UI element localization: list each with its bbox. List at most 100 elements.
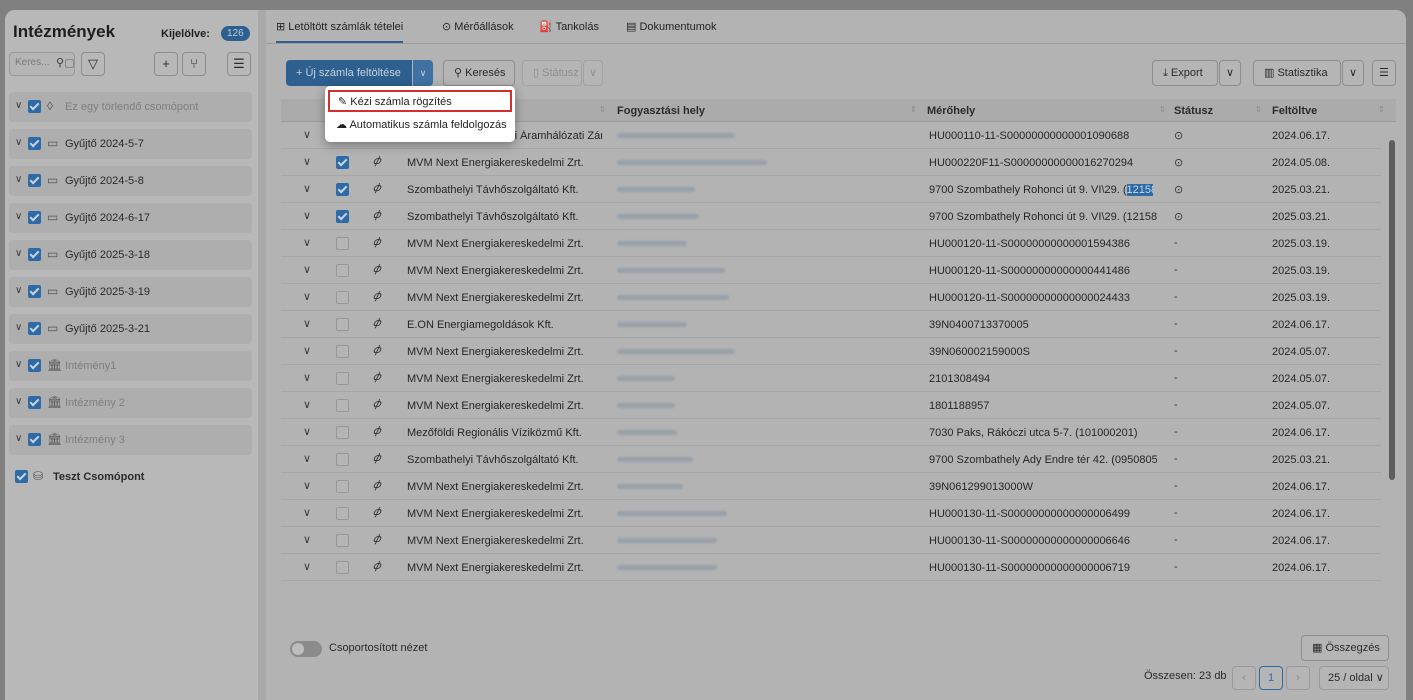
table-row[interactable]: ∨ 𝜙 MVM Next Energiakereskedelmi Zrt. 39N06… [281, 473, 1381, 500]
table-row[interactable]: ∨ 𝜙 MVM Next Energiakereskedelmi Zrt. 18011… [281, 392, 1381, 419]
prev-page-button[interactable]: ‹ [1232, 666, 1256, 690]
tab-downloaded-invoices[interactable]: ⊞ Letöltött számlák tételei [276, 20, 404, 43]
table-row[interactable]: ∨ 𝜙 MVM Next Energiakereskedelmi Zrt. HU000… [281, 554, 1381, 581]
chevron-down-icon[interactable]: ∨ [15, 396, 22, 407]
tree-node-checkbox[interactable] [28, 359, 41, 372]
expand-row-icon[interactable]: ∨ [303, 182, 311, 195]
table-row[interactable]: ∨ 𝜙 MVM Next Energiakereskedelmi Zrt. HU000… [281, 257, 1381, 284]
expand-row-icon[interactable]: ∨ [303, 128, 311, 141]
search-button[interactable]: ⚲ Keresés [443, 60, 515, 86]
expand-row-icon[interactable]: ∨ [303, 290, 311, 303]
page-size-select[interactable]: 25 / oldal ∨ [1319, 666, 1389, 690]
attachment-icon[interactable]: 𝜙 [373, 236, 381, 249]
attachment-icon[interactable]: 𝜙 [373, 182, 381, 195]
chevron-down-icon[interactable]: ∨ [15, 322, 22, 333]
tree-node-checkbox[interactable] [28, 211, 41, 224]
tab-fueling[interactable]: ⛽ Tankolás [539, 20, 599, 33]
row-checkbox[interactable] [336, 480, 349, 493]
tree-node-checkbox[interactable] [28, 248, 41, 261]
tree-node-checkbox[interactable] [28, 100, 41, 113]
statistics-button[interactable]: ▥ Statisztika [1253, 60, 1341, 86]
tree-node[interactable]: ∨ ▭ Gyűjtő 2025-3-19 [9, 277, 252, 307]
chevron-down-icon[interactable]: ∨ [15, 248, 22, 259]
tree-node-checkbox[interactable] [28, 322, 41, 335]
status-dropdown-toggle[interactable]: ∨ [583, 60, 603, 86]
attachment-icon[interactable]: 𝜙 [373, 317, 381, 330]
expand-row-icon[interactable]: ∨ [303, 425, 311, 438]
row-checkbox[interactable] [336, 534, 349, 547]
sort-icon[interactable]: ⇕ [1159, 105, 1166, 114]
branch-button[interactable]: ⑂ [182, 52, 206, 76]
chevron-down-icon[interactable]: ∨ [15, 211, 22, 222]
sort-icon[interactable]: ⇕ [1378, 105, 1385, 114]
next-page-button[interactable]: › [1286, 666, 1310, 690]
col-uploaded[interactable]: Feltöltve [1272, 105, 1317, 117]
attachment-icon[interactable]: 𝜙 [373, 371, 381, 384]
row-checkbox[interactable] [336, 156, 349, 169]
row-checkbox[interactable] [336, 318, 349, 331]
attachment-icon[interactable]: 𝜙 [373, 155, 381, 168]
row-checkbox[interactable] [336, 183, 349, 196]
row-checkbox[interactable] [336, 453, 349, 466]
col-status[interactable]: Státusz [1174, 105, 1213, 117]
table-row[interactable]: ∨ 𝜙 E.ON Energiamegoldások Kft. 39N04007133… [281, 311, 1381, 338]
sort-icon[interactable]: ⇕ [599, 105, 606, 114]
row-checkbox[interactable] [336, 237, 349, 250]
tree-node-checkbox[interactable] [15, 470, 28, 483]
expand-row-icon[interactable]: ∨ [303, 452, 311, 465]
tab-meter-readings[interactable]: ⊙ Mérőállások [442, 20, 514, 33]
table-row[interactable]: ∨ 𝜙 MVM Next Energiakereskedelmi Zrt. HU000… [281, 527, 1381, 554]
attachment-icon[interactable]: 𝜙 [373, 209, 381, 222]
sort-icon[interactable]: ⇕ [1255, 105, 1262, 114]
tree-node[interactable]: ∨ ▭ Gyűjtő 2024-6-17 [9, 203, 252, 233]
tree-node-checkbox[interactable] [28, 396, 41, 409]
tree-node[interactable]: ∨ 🏛 Intémény1 [9, 351, 252, 381]
attachment-icon[interactable]: 𝜙 [373, 479, 381, 492]
expand-row-icon[interactable]: ∨ [303, 371, 311, 384]
tree-node[interactable]: ⛁ Teszt Csomópont [9, 462, 252, 492]
attachment-icon[interactable]: 𝜙 [373, 506, 381, 519]
list-menu-button[interactable]: ☰ [227, 52, 251, 76]
row-checkbox[interactable] [336, 507, 349, 520]
upload-dropdown-toggle[interactable]: ∨ [413, 60, 433, 86]
expand-row-icon[interactable]: ∨ [303, 344, 311, 357]
upload-invoice-button[interactable]: + Új számla feltöltése [286, 60, 412, 86]
sort-icon[interactable]: ⇕ [910, 105, 917, 114]
summary-button[interactable]: ▦ Összegzés [1301, 635, 1389, 661]
export-dropdown-toggle[interactable]: ∨ [1219, 60, 1241, 86]
chevron-down-icon[interactable]: ∨ [15, 137, 22, 148]
statistics-dropdown-toggle[interactable]: ∨ [1342, 60, 1364, 86]
row-checkbox[interactable] [336, 210, 349, 223]
grouped-view-toggle[interactable] [290, 641, 322, 657]
row-checkbox[interactable] [336, 399, 349, 412]
status-button[interactable]: ▯ Státusz [522, 60, 582, 86]
row-checkbox[interactable] [336, 264, 349, 277]
row-checkbox[interactable] [336, 372, 349, 385]
table-row[interactable]: ∨ 𝜙 MVM Next Energiakereskedelmi Zrt. HU000… [281, 284, 1381, 311]
chevron-down-icon[interactable]: ∨ [15, 359, 22, 370]
tab-documents[interactable]: ▤ Dokumentumok [626, 20, 717, 33]
tree-node[interactable]: ∨ ▭ Gyűjtő 2024-5-7 [9, 129, 252, 159]
attachment-icon[interactable]: 𝜙 [373, 263, 381, 276]
menu-item-manual-invoice[interactable]: ✎ Kézi számla rögzítés [328, 90, 512, 112]
tree-node[interactable]: ∨ ▭ Gyűjtő 2024-5-8 [9, 166, 252, 196]
tree-node[interactable]: ∨ ▭ Gyűjtő 2025-3-21 [9, 314, 252, 344]
tree-node[interactable]: ∨ 🏛 Intézmény 3 [9, 425, 252, 455]
attachment-icon[interactable]: 𝜙 [373, 398, 381, 411]
add-node-button[interactable]: + [154, 52, 178, 76]
expand-row-icon[interactable]: ∨ [303, 155, 311, 168]
column-settings-button[interactable]: ☰ [1372, 60, 1396, 86]
chevron-down-icon[interactable]: ∨ [15, 100, 22, 111]
chevron-down-icon[interactable]: ∨ [15, 285, 22, 296]
table-row[interactable]: ∨ 𝜙 MVM Next Energiakereskedelmi Zrt. HU000… [281, 500, 1381, 527]
expand-row-icon[interactable]: ∨ [303, 506, 311, 519]
export-button[interactable]: ⤓ Export [1152, 60, 1218, 86]
attachment-icon[interactable]: 𝜙 [373, 452, 381, 465]
tree-node-checkbox[interactable] [28, 285, 41, 298]
attachment-icon[interactable]: 𝜙 [373, 560, 381, 573]
expand-row-icon[interactable]: ∨ [303, 398, 311, 411]
row-checkbox[interactable] [336, 345, 349, 358]
tree-node-checkbox[interactable] [28, 174, 41, 187]
table-vertical-scrollbar[interactable] [1389, 140, 1395, 480]
panel-splitter[interactable] [258, 10, 266, 700]
